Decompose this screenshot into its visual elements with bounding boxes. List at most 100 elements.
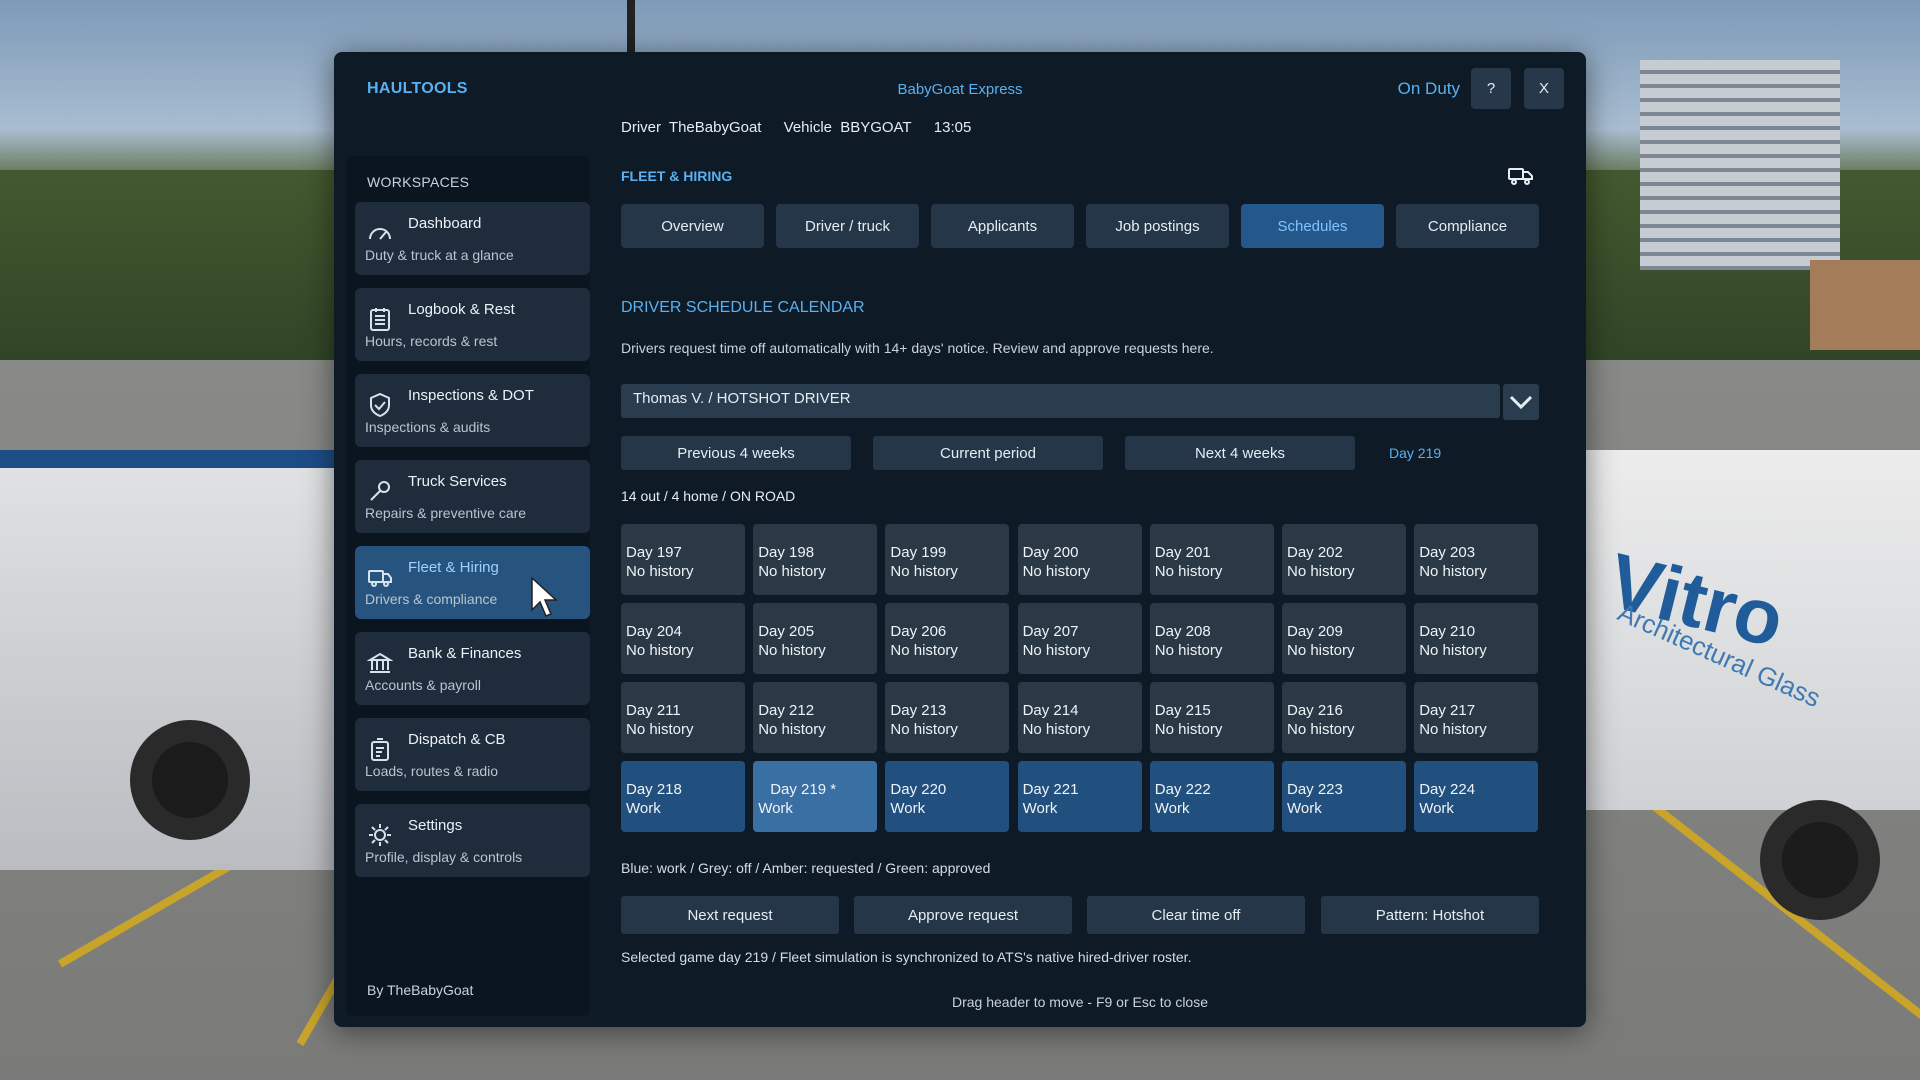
- tab-overview[interactable]: Overview: [621, 204, 764, 248]
- vehicle-label: Vehicle: [783, 119, 833, 136]
- day-number: Day 214: [1022, 702, 1079, 719]
- schedule-day-cell[interactable]: Day 201 No history: [1149, 524, 1274, 595]
- day-number: Day 198: [758, 544, 815, 561]
- day-state: No history: [1154, 721, 1223, 738]
- day-number: Day 219 *: [770, 781, 837, 798]
- sidebar-item-sub: Repairs & preventive care: [365, 505, 527, 521]
- sidebar-item-truck-services[interactable]: Truck Services Repairs & preventive care: [355, 460, 590, 533]
- schedule-day-cell[interactable]: Day 213 No history: [885, 682, 1010, 753]
- schedule-day-cell[interactable]: Day 220 Work: [885, 761, 1010, 832]
- day-state: Work: [1419, 800, 1454, 817]
- day-state: Work: [626, 800, 661, 817]
- gear-icon: [369, 824, 391, 846]
- day-number: Day 220: [890, 781, 947, 798]
- author-credit: By TheBabyGoat: [367, 982, 474, 998]
- schedule-day-cell[interactable]: Day 205 No history: [753, 603, 878, 674]
- workspaces-sidebar: WORKSPACES Dashboard Duty & truck at a g…: [346, 156, 590, 1016]
- pattern-button[interactable]: Pattern: Hotshot: [1321, 896, 1539, 934]
- day-number: Day 207: [1022, 623, 1079, 640]
- schedule-day-cell[interactable]: Day 206 No history: [885, 603, 1010, 674]
- previous-4-weeks-button[interactable]: Previous 4 weeks: [621, 436, 851, 470]
- day-number: Day 224: [1419, 781, 1476, 798]
- driver-label: Driver: [621, 119, 661, 136]
- close-hint: Drag header to move - F9 or Esc to close: [952, 994, 1208, 1010]
- day-number: Day 203: [1419, 544, 1476, 561]
- sidebar-item-dispatch[interactable]: Dispatch & CB Loads, routes & radio: [355, 718, 590, 791]
- tab-driver-truck[interactable]: Driver / truck: [776, 204, 919, 248]
- sidebar-item-label: Settings: [408, 817, 463, 834]
- sidebar-item-dashboard[interactable]: Dashboard Duty & truck at a glance: [355, 202, 590, 275]
- schedule-day-cell[interactable]: Day 200 No history: [1017, 524, 1142, 595]
- day-number: Day 216: [1287, 702, 1343, 719]
- approve-request-button[interactable]: Approve request: [854, 896, 1072, 934]
- day-number: Day 213: [890, 702, 947, 719]
- sidebar-item-sub: Inspections & audits: [365, 419, 491, 435]
- tab-compliance[interactable]: Compliance: [1396, 204, 1539, 248]
- tab-schedules[interactable]: Schedules: [1241, 204, 1384, 248]
- day-state: No history: [890, 642, 958, 659]
- schedule-day-cell[interactable]: Day 217 No history: [1414, 682, 1539, 753]
- schedule-day-cell[interactable]: Day 214 No history: [1017, 682, 1142, 753]
- day-state: No history: [626, 642, 694, 659]
- help-button[interactable]: ?: [1471, 68, 1511, 109]
- calendar-title: DRIVER SCHEDULE CALENDAR: [621, 299, 865, 316]
- tab-job-postings[interactable]: Job postings: [1086, 204, 1229, 248]
- window-header[interactable]: HAULTOOLS BabyGoat Express On Duty ? X D…: [334, 52, 1586, 144]
- close-button[interactable]: X: [1524, 68, 1564, 109]
- driver-name: TheBabyGoat: [668, 119, 762, 136]
- next-4-weeks-button[interactable]: Next 4 weeks: [1125, 436, 1355, 470]
- clear-time-off-button[interactable]: Clear time off: [1087, 896, 1305, 934]
- schedule-day-cell[interactable]: Day 202 No history: [1282, 524, 1406, 595]
- day-state: Work: [1022, 800, 1058, 817]
- schedule-day-cell[interactable]: Day 211 No history: [621, 682, 745, 753]
- sidebar-item-sub: Duty & truck at a glance: [365, 247, 514, 263]
- schedule-day-cell[interactable]: Day 207 No history: [1017, 603, 1142, 674]
- sidebar-item-logbook[interactable]: Logbook & Rest Hours, records & rest: [355, 288, 590, 361]
- day-number: Day 212: [758, 702, 815, 719]
- schedule-day-cell[interactable]: Day 198 No history: [753, 524, 878, 595]
- schedule-day-cell[interactable]: Day 212 No history: [753, 682, 878, 753]
- schedule-day-cell[interactable]: Day 218 Work: [621, 761, 745, 832]
- next-request-button[interactable]: Next request: [621, 896, 839, 934]
- driver-select[interactable]: Thomas V. / HOTSHOT DRIVER: [621, 384, 1500, 418]
- vehicle-id: BBYGOAT: [840, 119, 912, 136]
- day-state: No history: [1022, 563, 1091, 580]
- schedule-day-cell[interactable]: Day 210 No history: [1414, 603, 1539, 674]
- day-number: Day 221: [1022, 781, 1079, 798]
- schedule-day-cell[interactable]: Day 224 Work: [1414, 761, 1539, 832]
- sidebar-item-label: Bank & Finances: [408, 645, 522, 662]
- day-state: No history: [1287, 721, 1355, 738]
- current-period-button[interactable]: Current period: [873, 436, 1103, 470]
- sidebar-item-label: Dispatch & CB: [408, 731, 506, 748]
- schedule-day-cell[interactable]: Day 223 Work: [1282, 761, 1406, 832]
- sidebar-item-label: Truck Services: [408, 473, 507, 490]
- driver-select-toggle[interactable]: [1503, 384, 1539, 420]
- day-state: No history: [1419, 642, 1487, 659]
- tab-applicants[interactable]: Applicants: [931, 204, 1074, 248]
- chevron-down-icon: [1509, 395, 1533, 409]
- sidebar-item-inspections[interactable]: Inspections & DOT Inspections & audits: [355, 374, 590, 447]
- bank-icon: [367, 652, 393, 673]
- schedule-day-cell[interactable]: Day 204 No history: [621, 603, 745, 674]
- day-number: Day 217: [1419, 702, 1476, 719]
- sidebar-item-bank[interactable]: Bank & Finances Accounts & payroll: [355, 632, 590, 705]
- trailer-wheel: [130, 720, 250, 840]
- schedule-day-cell[interactable]: Day 221 Work: [1017, 761, 1142, 832]
- schedule-day-cell[interactable]: Day 203 No history: [1414, 524, 1539, 595]
- schedule-day-cell[interactable]: Day 208 No history: [1149, 603, 1274, 674]
- trailer-wheel: [1760, 800, 1880, 920]
- current-day-label: Day 219: [1389, 445, 1442, 461]
- calendar-legend: Blue: work / Grey: off / Amber: requeste…: [621, 860, 991, 876]
- sidebar-item-sub: Loads, routes & radio: [365, 763, 499, 779]
- schedule-day-cell[interactable]: Day 219 * Work: [753, 761, 878, 832]
- schedule-day-cell[interactable]: Day 197 No history: [621, 524, 745, 595]
- schedule-day-cell[interactable]: Day 199 No history: [885, 524, 1010, 595]
- schedule-day-cell[interactable]: Day 222 Work: [1149, 761, 1274, 832]
- schedule-day-cell[interactable]: Day 216 No history: [1282, 682, 1406, 753]
- duty-status[interactable]: On Duty: [1398, 79, 1460, 99]
- schedule-day-cell[interactable]: Day 209 No history: [1282, 603, 1406, 674]
- sidebar-item-settings[interactable]: Settings Profile, display & controls: [355, 804, 590, 877]
- schedule-day-cell[interactable]: Day 215 No history: [1149, 682, 1274, 753]
- day-number: Day 209: [1287, 623, 1343, 640]
- day-number: Day 215: [1154, 702, 1211, 719]
